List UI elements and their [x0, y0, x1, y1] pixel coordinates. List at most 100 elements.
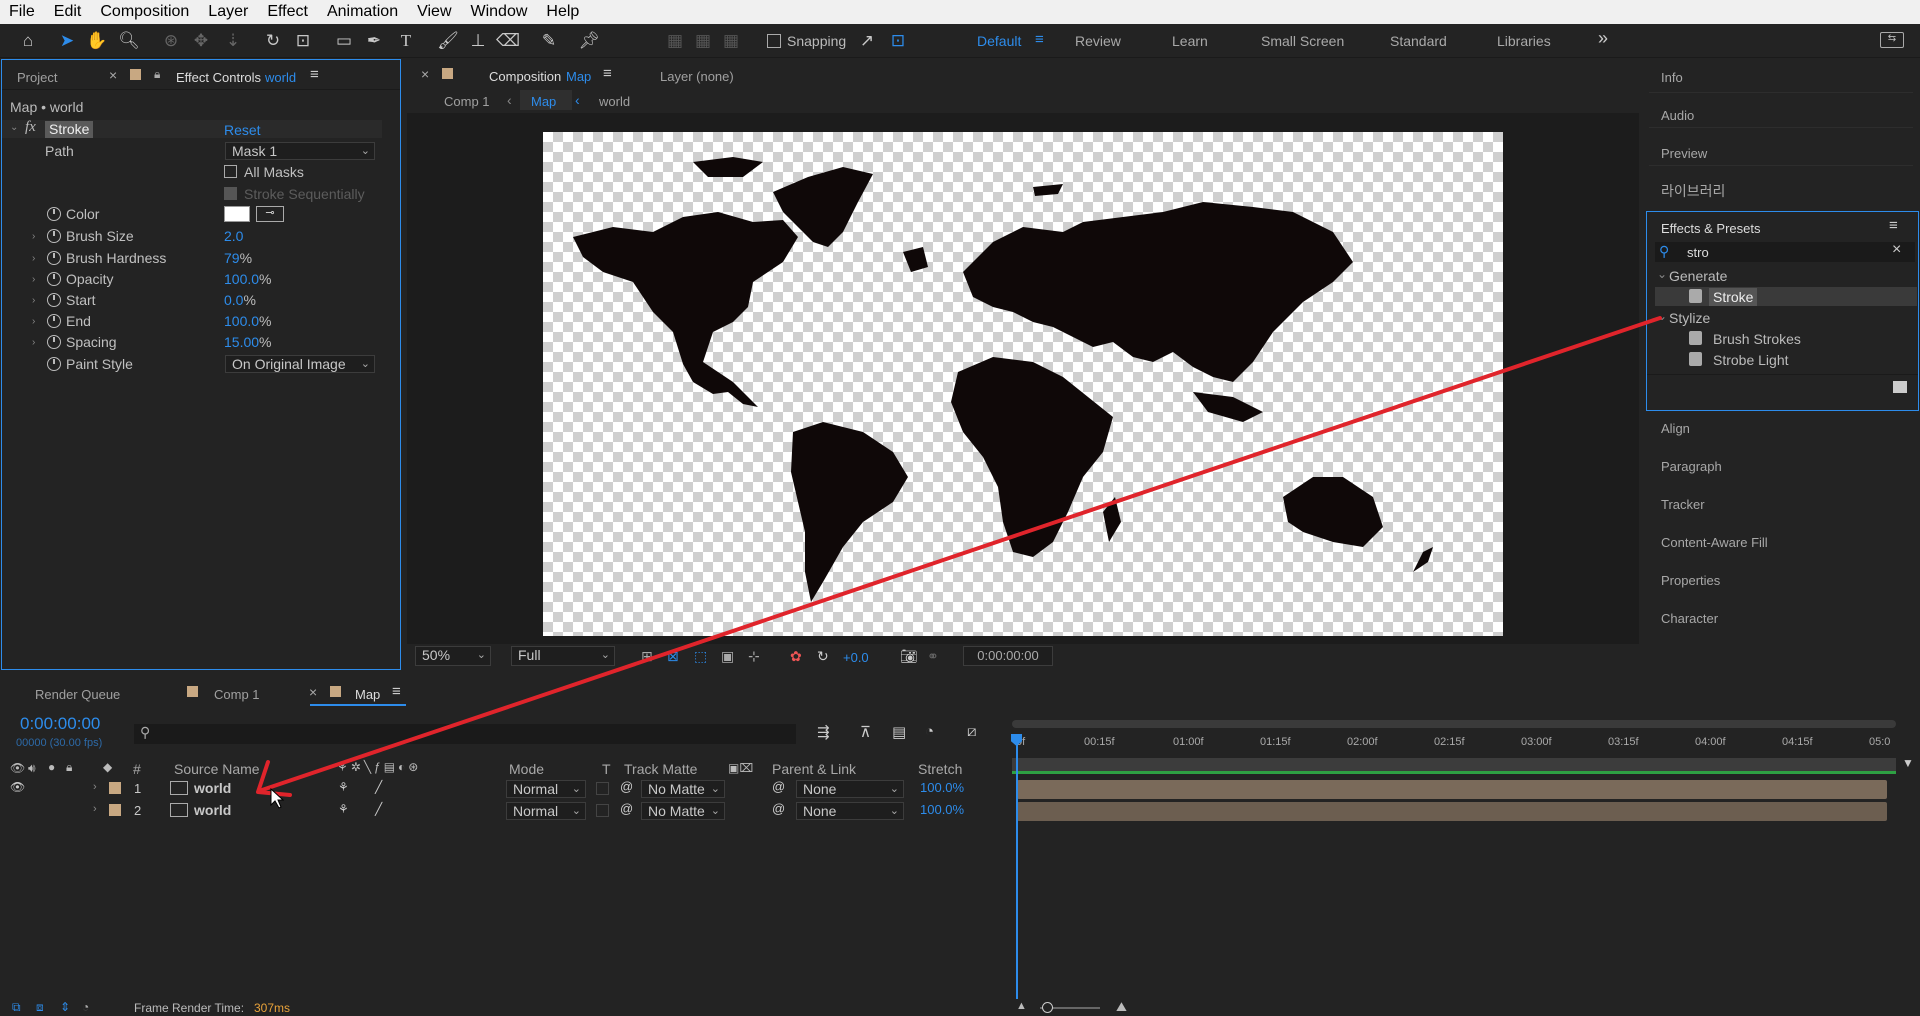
close-tab-icon[interactable]: ×	[421, 66, 429, 82]
workspace-more-button[interactable]: »	[1598, 28, 1608, 49]
zoom-slider-handle[interactable]	[1042, 1002, 1053, 1013]
workspace-default[interactable]: Default	[977, 33, 1021, 49]
panel-properties[interactable]: Properties	[1661, 573, 1720, 588]
all-masks-checkbox[interactable]	[224, 165, 237, 178]
tab-effect-controls[interactable]: Effect Controls	[176, 70, 261, 85]
panel-character[interactable]: Character	[1661, 611, 1718, 626]
region-of-interest-icon[interactable]: ⊞	[641, 648, 653, 665]
twisty-closed-icon[interactable]: ›	[93, 781, 97, 793]
panel-preview[interactable]: Preview	[1661, 146, 1707, 161]
panel-audio[interactable]: Audio	[1661, 108, 1694, 123]
clone-stamp-tool-icon[interactable]: ⊥	[467, 30, 489, 52]
transparency-grid-icon[interactable]: ⊠	[667, 648, 679, 665]
panel-paragraph[interactable]: Paragraph	[1661, 459, 1722, 474]
align-right-icon[interactable]: ▦	[720, 30, 742, 52]
menu-help[interactable]: Help	[537, 3, 589, 21]
work-area-range[interactable]	[1012, 758, 1896, 772]
workspace-learn[interactable]: Learn	[1172, 33, 1208, 49]
rotate-tool-icon[interactable]: ↻	[262, 30, 284, 52]
stopwatch-icon[interactable]	[47, 293, 61, 307]
resolution-dropdown[interactable]: Full ⌄	[511, 646, 615, 666]
stopwatch-icon[interactable]	[47, 207, 61, 221]
brush-tool-icon[interactable]: 🖌︎	[437, 30, 459, 52]
panel-align[interactable]: Align	[1661, 421, 1690, 436]
motion-blur-icon[interactable]: ◔	[925, 723, 934, 740]
panel-info[interactable]: Info	[1661, 70, 1683, 85]
color-swatch[interactable]	[224, 206, 250, 222]
align-left-icon[interactable]: ▦	[664, 30, 686, 52]
prop-value[interactable]: 100.0%	[224, 313, 272, 329]
preserve-transparency-checkbox[interactable]	[596, 804, 609, 817]
twisty-closed-icon[interactable]: ›	[93, 803, 97, 815]
panel-menu-icon[interactable]: ≡	[310, 66, 319, 83]
effect-stroke[interactable]: Stroke	[1709, 288, 1758, 306]
close-tab-icon[interactable]: ×	[109, 67, 117, 83]
menu-edit[interactable]: Edit	[45, 3, 92, 21]
puppet-tool-icon[interactable]: 📌︎	[578, 30, 600, 52]
layer-label-color[interactable]	[109, 782, 121, 794]
timeline-timecode[interactable]: 0:00:00:00	[20, 714, 100, 734]
layer-duration-bar[interactable]	[1017, 802, 1887, 821]
snapping-checkbox[interactable]	[767, 34, 781, 48]
time-ruler[interactable]: 0f 00:15f 01:00f 01:15f 02:00f 02:15f 03…	[1012, 732, 1896, 756]
visibility-toggle-icon[interactable]: 👁︎	[10, 780, 25, 794]
selection-tool-icon[interactable]: ➤	[56, 30, 78, 52]
layer-label-color[interactable]	[109, 804, 121, 816]
panel-libraries-kr[interactable]: 라이브러리	[1661, 181, 1725, 201]
zoom-out-icon[interactable]: ▲	[1016, 1000, 1027, 1012]
snap-target-icon[interactable]: ⊡	[887, 30, 909, 52]
panel-menu-icon[interactable]: ≡	[392, 683, 401, 700]
stopwatch-icon[interactable]	[47, 272, 61, 286]
panel-menu-icon[interactable]: ≡	[603, 65, 612, 82]
twisty-open-icon[interactable]: ⌄	[1657, 309, 1667, 323]
twisty-closed-icon[interactable]: ›	[32, 253, 35, 264]
graph-editor-icon[interactable]: ⧄	[967, 723, 977, 740]
clear-search-icon[interactable]: ×	[1892, 241, 1901, 259]
reset-exposure-icon[interactable]: ↻	[817, 648, 829, 665]
panel-menu-icon[interactable]: ≡	[1889, 217, 1898, 234]
show-snapshot-icon[interactable]: ⚭	[927, 648, 939, 665]
twisty-open-icon[interactable]: ⌄	[1657, 267, 1667, 281]
grid-icon[interactable]: ⊹	[748, 648, 760, 665]
twisty-open-icon[interactable]: ⌄	[10, 122, 18, 133]
render-time-toggle-icon[interactable]: ◔	[82, 1000, 89, 1014]
current-time-indicator[interactable]	[1016, 736, 1018, 1006]
new-preset-icon[interactable]	[1893, 381, 1907, 393]
group-stylize[interactable]: Stylize	[1669, 310, 1710, 326]
layer-switches-toggle-icon[interactable]: ⧉	[12, 1000, 21, 1015]
shy-switch-icon[interactable]: ⚘	[338, 802, 349, 816]
tab-comp-name[interactable]: Map	[566, 69, 591, 84]
stroke-sequentially-checkbox[interactable]	[224, 187, 237, 200]
paint-style-dropdown[interactable]: On Original Image ⌄	[225, 355, 375, 373]
path-dropdown[interactable]: Mask 1 ⌄	[225, 142, 375, 160]
in-out-toggle-icon[interactable]: ⇕	[60, 1000, 70, 1014]
zoom-in-icon[interactable]: ⛰︎	[1116, 999, 1127, 1015]
guides-icon[interactable]: ▣	[721, 648, 734, 665]
tab-comp1[interactable]: Comp 1	[214, 687, 260, 702]
pan-tool-icon[interactable]: ✥	[190, 30, 212, 52]
twisty-closed-icon[interactable]: ›	[32, 316, 35, 327]
twisty-closed-icon[interactable]: ›	[32, 231, 35, 242]
draft-3d-icon[interactable]: ⊼	[860, 723, 871, 741]
exposure-value[interactable]: +0.0	[843, 650, 869, 665]
twisty-closed-icon[interactable]: ›	[32, 337, 35, 348]
workspace-menu-icon[interactable]: ≡	[1035, 31, 1044, 48]
effect-strobe-light[interactable]: Strobe Light	[1713, 352, 1789, 368]
layer-name[interactable]: world	[194, 802, 231, 818]
stretch-value[interactable]: 100.0%	[920, 780, 964, 795]
quality-switch-icon[interactable]: ╱	[375, 802, 382, 816]
composition-flowchart-icon[interactable]: ⇶	[817, 723, 830, 741]
panel-tracker[interactable]: Tracker	[1661, 497, 1705, 512]
prop-value[interactable]: 0.0%	[224, 292, 256, 308]
pen-tool-icon[interactable]: ✒	[363, 30, 385, 52]
frame-blending-icon[interactable]: ▤	[892, 723, 906, 741]
anchor-tool-icon[interactable]: ⊡	[292, 30, 314, 52]
matte-pickwhip-icon[interactable]: @	[620, 779, 633, 794]
eraser-tool-icon[interactable]: ⌫	[496, 30, 520, 52]
menu-file[interactable]: File	[0, 3, 45, 21]
layer-duration-bar[interactable]	[1017, 780, 1887, 799]
orbit-tool-icon[interactable]: ⊛	[160, 30, 182, 52]
sync-settings-icon[interactable]: ⇆	[1880, 32, 1904, 48]
layer-row[interactable]: › 2 world ⚘ ╱ Normal ⌄ @ No Matte ⌄ @ None…	[0, 801, 1010, 822]
stopwatch-icon[interactable]	[47, 335, 61, 349]
